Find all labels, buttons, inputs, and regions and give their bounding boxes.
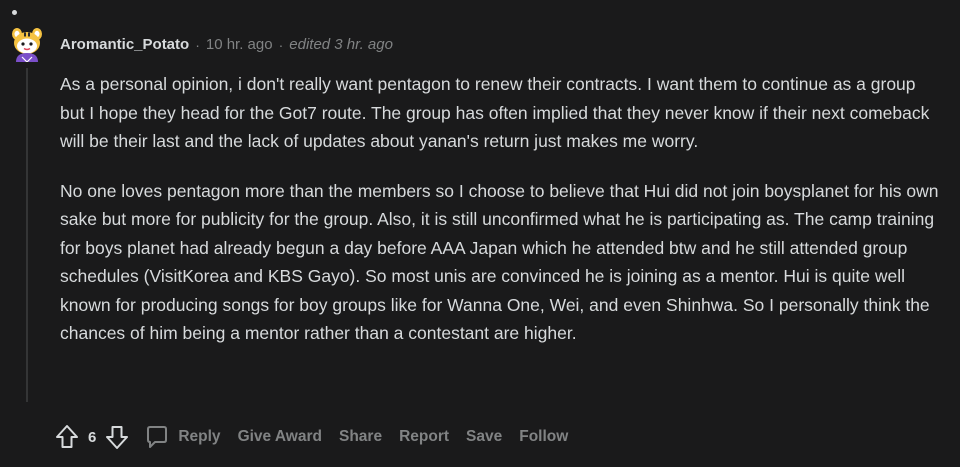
share-button[interactable]: Share (339, 428, 382, 446)
comment: Aromantic_Potato · 10 hr. ago · edited 3… (0, 0, 960, 467)
snoo-avatar-icon[interactable] (8, 24, 46, 62)
report-button[interactable]: Report (399, 428, 449, 446)
separator-dot: · (278, 36, 284, 53)
comment-action-bar: 6 Reply Give Award Share Report Save Fol… (54, 423, 585, 451)
comment-paragraph: No one loves pentagon more than the memb… (60, 180, 939, 344)
arrow-up-icon[interactable] (54, 423, 80, 451)
edited-timestamp: edited 3 hr. ago (289, 36, 393, 53)
author-name[interactable]: Aromantic_Potato (60, 36, 189, 53)
comment-paragraph: As a personal opinion, i don't really wa… (60, 74, 930, 151)
comment-header: Aromantic_Potato · 10 hr. ago · edited 3… (60, 36, 393, 53)
thread-line[interactable] (26, 68, 28, 402)
vote-score: 6 (88, 428, 97, 446)
separator-dot: · (195, 36, 200, 53)
comment-body: As a personal opinion, i don't really wa… (60, 70, 940, 369)
speech-bubble-icon (147, 426, 168, 448)
give-award-button[interactable]: Give Award (238, 428, 322, 446)
follow-button[interactable]: Follow (519, 428, 568, 446)
online-status-dot (12, 10, 17, 15)
arrow-down-icon[interactable] (104, 423, 130, 451)
save-button[interactable]: Save (466, 428, 502, 446)
comment-timestamp[interactable]: 10 hr. ago (206, 36, 273, 53)
reply-label[interactable]: Reply (178, 428, 220, 446)
reply-button[interactable]: Reply (144, 424, 237, 450)
